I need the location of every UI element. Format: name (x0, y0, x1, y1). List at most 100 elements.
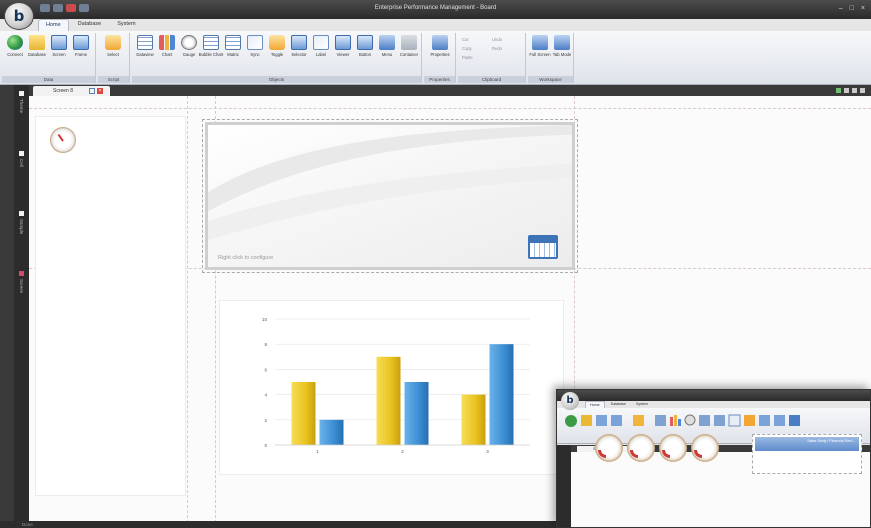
dataview-icon (137, 35, 153, 50)
run-icon[interactable] (836, 88, 841, 93)
viewer-button[interactable]: Viewer (332, 35, 354, 57)
inset-gauge-icon (627, 434, 655, 462)
chart-widget[interactable]: 0 2 4 6 8 10 1 2 3 (219, 300, 564, 475)
screen-icon (51, 35, 67, 50)
screen-item-icon (19, 271, 24, 276)
viewer-icon (335, 35, 351, 50)
x-tick-label: 3 (486, 449, 489, 454)
bubble-chart-icon (203, 35, 219, 50)
sidebar-item-screen[interactable]: Screen (16, 271, 27, 315)
redo-button[interactable]: Redo (492, 46, 502, 51)
label-icon (313, 35, 329, 50)
tab-database[interactable]: Database (71, 19, 109, 31)
sync-icon (247, 35, 263, 50)
undo-button[interactable]: Undo (492, 37, 502, 42)
inset-gauge-red-zone (598, 450, 606, 458)
inset-gauge-red-zone (630, 450, 638, 458)
database-button[interactable]: Database (26, 35, 48, 57)
full-screen-button[interactable]: Full Screen (529, 35, 551, 57)
inset-screenshot: b Home Database System Sales Study / Fin… (556, 389, 871, 528)
chart-bar (291, 382, 316, 445)
button-button[interactable]: Button (354, 35, 376, 57)
gauge-panel[interactable] (35, 116, 186, 496)
minimize-button[interactable]: – (839, 5, 843, 12)
tab-system[interactable]: System (110, 19, 142, 31)
inset-gauge-icon (659, 434, 687, 462)
label-button[interactable]: Label (310, 35, 332, 57)
guide-line (187, 96, 188, 528)
frame-button[interactable]: Frame (70, 35, 92, 57)
sample-icon (19, 211, 24, 216)
maximize-button[interactable]: □ (850, 5, 854, 12)
chart-icon (159, 35, 175, 50)
paste-button[interactable]: Paste (462, 55, 473, 60)
document-tab-label: Screen 8 (53, 88, 74, 94)
chart-button[interactable]: Chart (156, 35, 178, 57)
toggle-button[interactable]: Toggle (266, 35, 288, 57)
sidebar-item-theme[interactable]: Theme (16, 91, 27, 135)
container-button[interactable]: Container (398, 35, 420, 57)
calendar-swoosh-graphic (208, 125, 572, 241)
window-controls: – □ × (839, 5, 865, 12)
sidebar-item-cell[interactable]: Cell (16, 151, 27, 195)
cut-button[interactable]: Cut (462, 37, 469, 42)
group-label-clipboard: Clipboard (458, 76, 525, 83)
globe-icon (7, 35, 23, 50)
chart-bar (319, 419, 344, 445)
sidebar-item-sample[interactable]: Sample (16, 211, 27, 255)
inset-ribbon-tabs: Home Database System (585, 401, 652, 408)
inset-tab-system: System (635, 402, 648, 406)
select-icon (105, 35, 121, 50)
connect-button[interactable]: Connect (4, 35, 26, 57)
calendar-icon-header (530, 237, 556, 243)
cell-icon (19, 151, 24, 156)
inset-gauge-red-zone (662, 450, 670, 458)
bubble-chart-button[interactable]: Bubble Chart (199, 35, 223, 57)
inset-dataview: Sales Study / Financial Revi... (752, 434, 862, 474)
y-tick-label: 0 (264, 443, 267, 448)
button-icon (357, 35, 373, 50)
select-button[interactable]: Select (102, 35, 124, 57)
chart-bar (404, 382, 429, 445)
chart-bar (376, 356, 401, 445)
dataview-button[interactable]: Dataview (134, 35, 156, 57)
status-text: Done (22, 522, 33, 527)
y-tick-label: 10 (262, 317, 268, 322)
menu-button[interactable]: Menu (376, 35, 398, 57)
window-title: Enterprise Performance Management - Boar… (374, 5, 497, 11)
inset-gauge-red-zone (694, 450, 702, 458)
inset-tab-home: Home (585, 401, 605, 408)
gauge-button[interactable]: Gauge (178, 35, 200, 57)
document-tab[interactable]: Screen 8 × (33, 86, 110, 96)
frame-icon (73, 35, 89, 50)
preview-icon[interactable] (844, 88, 849, 93)
sidebar-strip (0, 85, 14, 528)
calendar-widget[interactable]: Right click to configure (202, 119, 578, 273)
tab-home[interactable]: Home (38, 19, 69, 31)
sync-button[interactable]: Sync (244, 35, 266, 57)
tab-mode-button[interactable]: Tab Mode (551, 35, 573, 57)
lock-icon[interactable] (852, 88, 857, 93)
close-document-icon[interactable]: × (97, 88, 103, 94)
group-label-workspace: Workspace (528, 76, 573, 83)
gauge-icon[interactable] (50, 127, 76, 153)
settings-icon[interactable] (860, 88, 865, 93)
matrix-button[interactable]: Matrix (222, 35, 244, 57)
sidebar: Theme Cell Sample Screen (14, 85, 29, 528)
menu-icon (379, 35, 395, 50)
screen-button[interactable]: Screen (48, 35, 70, 57)
close-button[interactable]: × (861, 5, 865, 12)
inset-title-bar (557, 390, 870, 401)
ribbon: Connect Database Screen Frame Data Selec… (0, 31, 871, 85)
folder-icon (29, 35, 45, 50)
application-menu-button[interactable]: b (4, 2, 34, 30)
inset-tab-database: Database (610, 402, 626, 406)
inset-dataview-header: Sales Study / Financial Revi... (755, 437, 859, 451)
selector-icon (291, 35, 307, 50)
group-objects: Dataview Chart Gauge Bubble Chart Matrix… (132, 33, 422, 83)
selector-button[interactable]: Selector (288, 35, 310, 57)
copy-button[interactable]: Copy (462, 46, 472, 51)
properties-button[interactable]: Properties (429, 35, 451, 57)
group-label-script: Script (98, 76, 129, 83)
save-icon[interactable] (89, 88, 95, 94)
